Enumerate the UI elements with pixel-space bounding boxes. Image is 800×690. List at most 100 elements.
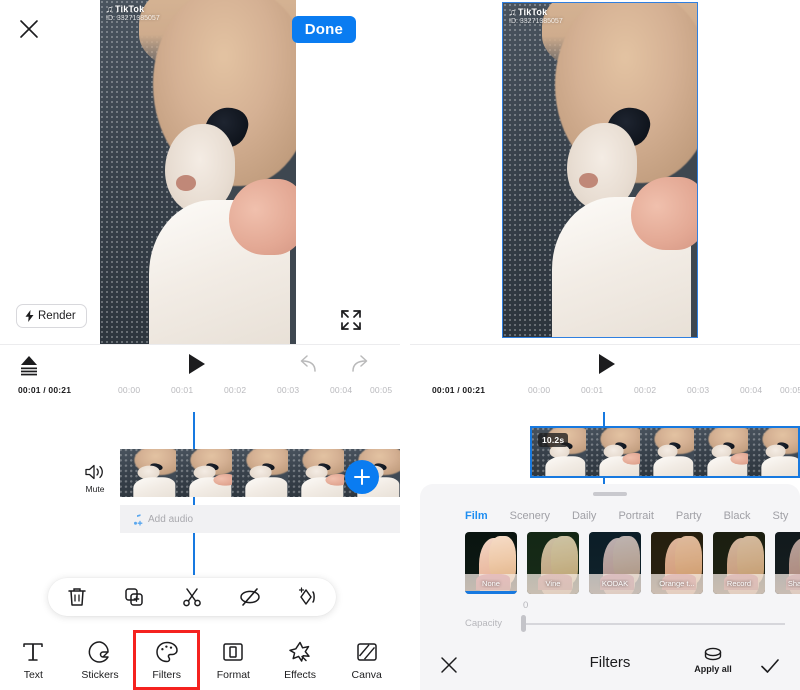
ruler-tick: 00:01 — [171, 385, 194, 395]
right-preview-area: ♫ TikTok ID: 33271385057 — [410, 0, 800, 344]
duplicate-button[interactable] — [122, 585, 146, 609]
play-button[interactable] — [183, 351, 209, 377]
done-button[interactable]: Done — [291, 16, 356, 43]
video-frame-image — [503, 3, 697, 337]
split-button[interactable] — [180, 585, 204, 609]
right-transport-bar — [410, 348, 800, 384]
close-button[interactable] — [16, 16, 42, 42]
play-button[interactable] — [593, 351, 619, 377]
video-preview[interactable]: ♫ TikTok ID: 33271385057 — [100, 0, 296, 344]
nav-label: Effects — [284, 669, 316, 681]
music-note-icon: ♫ — [106, 4, 113, 14]
filter-tab-black[interactable]: Black — [724, 510, 751, 522]
capacity-value: 0 — [523, 600, 529, 611]
right-timeline-ruler[interactable]: 00:01 / 00:21 00:00 00:01 00:02 00:03 00… — [410, 383, 800, 403]
selected-clip-track[interactable]: 10.2s — [530, 426, 800, 478]
watermark-name-row: ♫ TikTok — [509, 7, 563, 17]
eject-icon — [21, 356, 37, 376]
clip-thumbnail[interactable] — [176, 449, 232, 497]
filter-tab-style[interactable]: Sty — [773, 510, 789, 522]
clip-thumbnail[interactable] — [232, 449, 288, 497]
filter-preset-label: None — [482, 579, 500, 588]
capacity-slider-knob[interactable] — [521, 615, 526, 632]
sheet-drag-handle[interactable] — [593, 492, 627, 496]
divider-preview — [0, 344, 400, 345]
filter-tab-daily[interactable]: Daily — [572, 510, 596, 522]
duplicate-icon — [125, 588, 144, 606]
left-timeline-ruler[interactable]: 00:01 / 00:21 00:00 00:01 00:02 00:03 00… — [0, 383, 400, 403]
clip-thumbnail[interactable] — [586, 428, 640, 476]
watermark-id: ID: 33271385057 — [509, 18, 563, 25]
capacity-slider-row: Capacity 0 — [465, 600, 785, 636]
nav-item-effects[interactable]: Effects — [267, 630, 334, 690]
filter-preset-orange[interactable]: Orange t... — [651, 532, 703, 594]
capacity-label: Capacity — [465, 618, 502, 629]
redo-button[interactable] — [348, 353, 372, 377]
nav-item-text[interactable]: Text — [0, 630, 67, 690]
enhance-button[interactable] — [295, 585, 319, 609]
nav-label: Filters — [152, 669, 181, 681]
apply-all-button[interactable]: Apply all — [685, 646, 741, 674]
video-frame-image — [100, 0, 296, 344]
clip-thumbnail[interactable] — [640, 428, 694, 476]
filter-preset-shallow[interactable]: Shallow — [775, 532, 800, 594]
filter-selected-indicator — [465, 591, 517, 594]
nav-label: Canva — [351, 669, 382, 681]
music-note-icon: ♫ — [509, 7, 516, 17]
filters-sheet: Film Scenery Daily Portrait Party Black … — [420, 484, 800, 690]
filter-tab-portrait[interactable]: Portrait — [618, 510, 653, 522]
clip-duration-badge: 10.2s — [538, 433, 569, 447]
filter-preset-none[interactable]: None — [465, 532, 517, 594]
tiktok-watermark: ♫ TikTok ID: 33271385057 — [509, 7, 563, 25]
render-label: Render — [38, 310, 76, 322]
fullscreen-icon — [341, 310, 361, 330]
format-icon — [223, 643, 244, 661]
video-preview-selected[interactable]: ♫ TikTok ID: 33271385057 — [502, 2, 698, 338]
ruler-tick: 00:01 — [581, 385, 604, 395]
undo-button[interactable] — [296, 353, 320, 377]
mute-label: Mute — [85, 484, 105, 494]
nav-item-stickers[interactable]: Stickers — [67, 630, 134, 690]
cat-nose — [176, 175, 197, 191]
magic-wand-icon — [299, 587, 316, 605]
music-note-add-icon — [134, 513, 143, 526]
clip-thumbnail[interactable] — [694, 428, 748, 476]
mute-button[interactable]: Mute — [78, 462, 112, 494]
fullscreen-button[interactable] — [339, 308, 363, 332]
text-icon — [23, 643, 44, 661]
filter-tab-film[interactable]: Film — [465, 510, 488, 522]
watermark-name: TikTok — [114, 4, 145, 14]
filter-preset-label: Record — [726, 579, 752, 588]
apply-all-label: Apply all — [694, 664, 732, 674]
capacity-slider-track[interactable] — [523, 623, 785, 625]
right-panel: ♫ TikTok ID: 33271385057 00:01 / 00:21 00… — [410, 0, 800, 690]
trash-icon — [68, 588, 86, 606]
add-clip-button[interactable] — [345, 460, 379, 494]
confirm-filters-button[interactable] — [758, 654, 782, 678]
nav-item-canva[interactable]: Canva — [333, 630, 400, 690]
render-button[interactable]: Render — [16, 304, 87, 328]
clip-thumbnail[interactable] — [748, 428, 798, 476]
delete-button[interactable] — [65, 585, 89, 609]
export-button[interactable] — [16, 352, 42, 378]
filter-tab-party[interactable]: Party — [676, 510, 702, 522]
effects-icon — [289, 641, 310, 662]
filter-preset-record[interactable]: Record — [713, 532, 765, 594]
current-time-label: 00:01 / 00:21 — [18, 385, 72, 395]
human-hand — [631, 176, 697, 251]
clip-thumbnail[interactable] — [288, 449, 344, 497]
nav-item-filters[interactable]: Filters — [133, 630, 201, 690]
filter-preset-list: None Vine KODAK Orange t... Record Sha — [465, 532, 800, 594]
filter-preset-vine[interactable]: Vine — [527, 532, 579, 594]
add-audio-button[interactable]: Add audio — [120, 505, 400, 533]
palette-icon — [155, 641, 178, 663]
clip-thumbnail[interactable] — [120, 449, 176, 497]
filter-preset-kodak[interactable]: KODAK — [589, 532, 641, 594]
nav-item-format[interactable]: Format — [200, 630, 267, 690]
filter-tab-scenery[interactable]: Scenery — [510, 510, 550, 522]
play-icon — [189, 354, 205, 374]
speaker-icon — [85, 464, 103, 480]
hide-button[interactable] — [238, 585, 262, 609]
filter-preset-label: KODAK — [601, 579, 629, 588]
close-icon — [20, 20, 38, 38]
